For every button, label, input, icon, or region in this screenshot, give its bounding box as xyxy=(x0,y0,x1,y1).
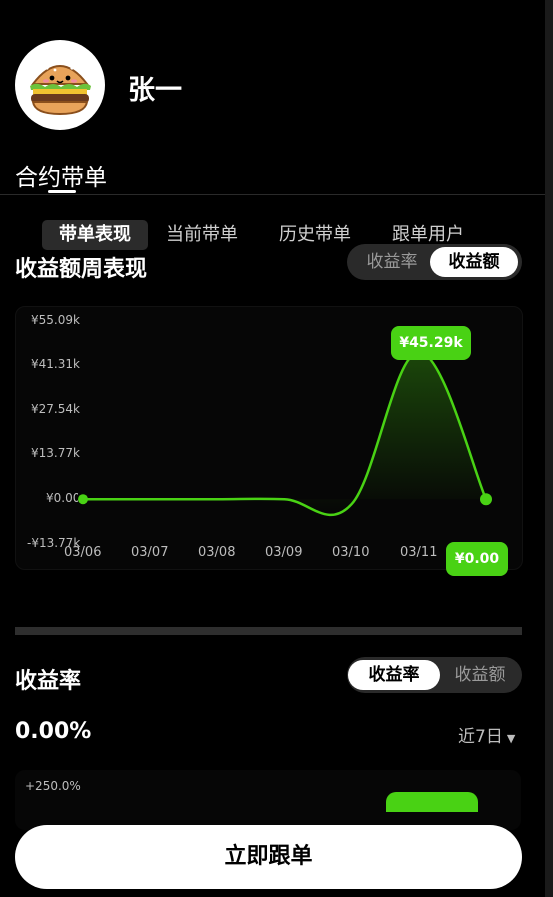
period-label: 近7日 xyxy=(458,727,503,747)
profit-line-chart xyxy=(78,350,492,517)
period-dropdown[interactable]: 近7日 ▼ xyxy=(458,722,515,747)
peak-value-badge: ¥45.29k xyxy=(391,326,471,360)
chart-area-fill xyxy=(83,351,486,515)
last-value-badge: ¥0.00 xyxy=(446,542,508,576)
rate-value-badge xyxy=(386,792,478,812)
chevron-down-icon: ▼ xyxy=(506,732,516,745)
chart-point xyxy=(78,494,88,505)
section-separator xyxy=(15,627,522,635)
rate-section-title: 收益率 xyxy=(15,669,82,694)
follow-now-button[interactable]: 立即跟单 xyxy=(15,825,522,889)
rate-value: 0.00% xyxy=(15,719,92,744)
chart-point xyxy=(480,493,492,506)
toggle-option-amount[interactable]: 收益额 xyxy=(440,660,520,690)
rate-metric-toggle: 收益率 收益额 xyxy=(347,657,522,693)
toggle-option-rate[interactable]: 收益率 xyxy=(348,660,440,690)
y-tick-label: +250.0% xyxy=(25,779,81,793)
